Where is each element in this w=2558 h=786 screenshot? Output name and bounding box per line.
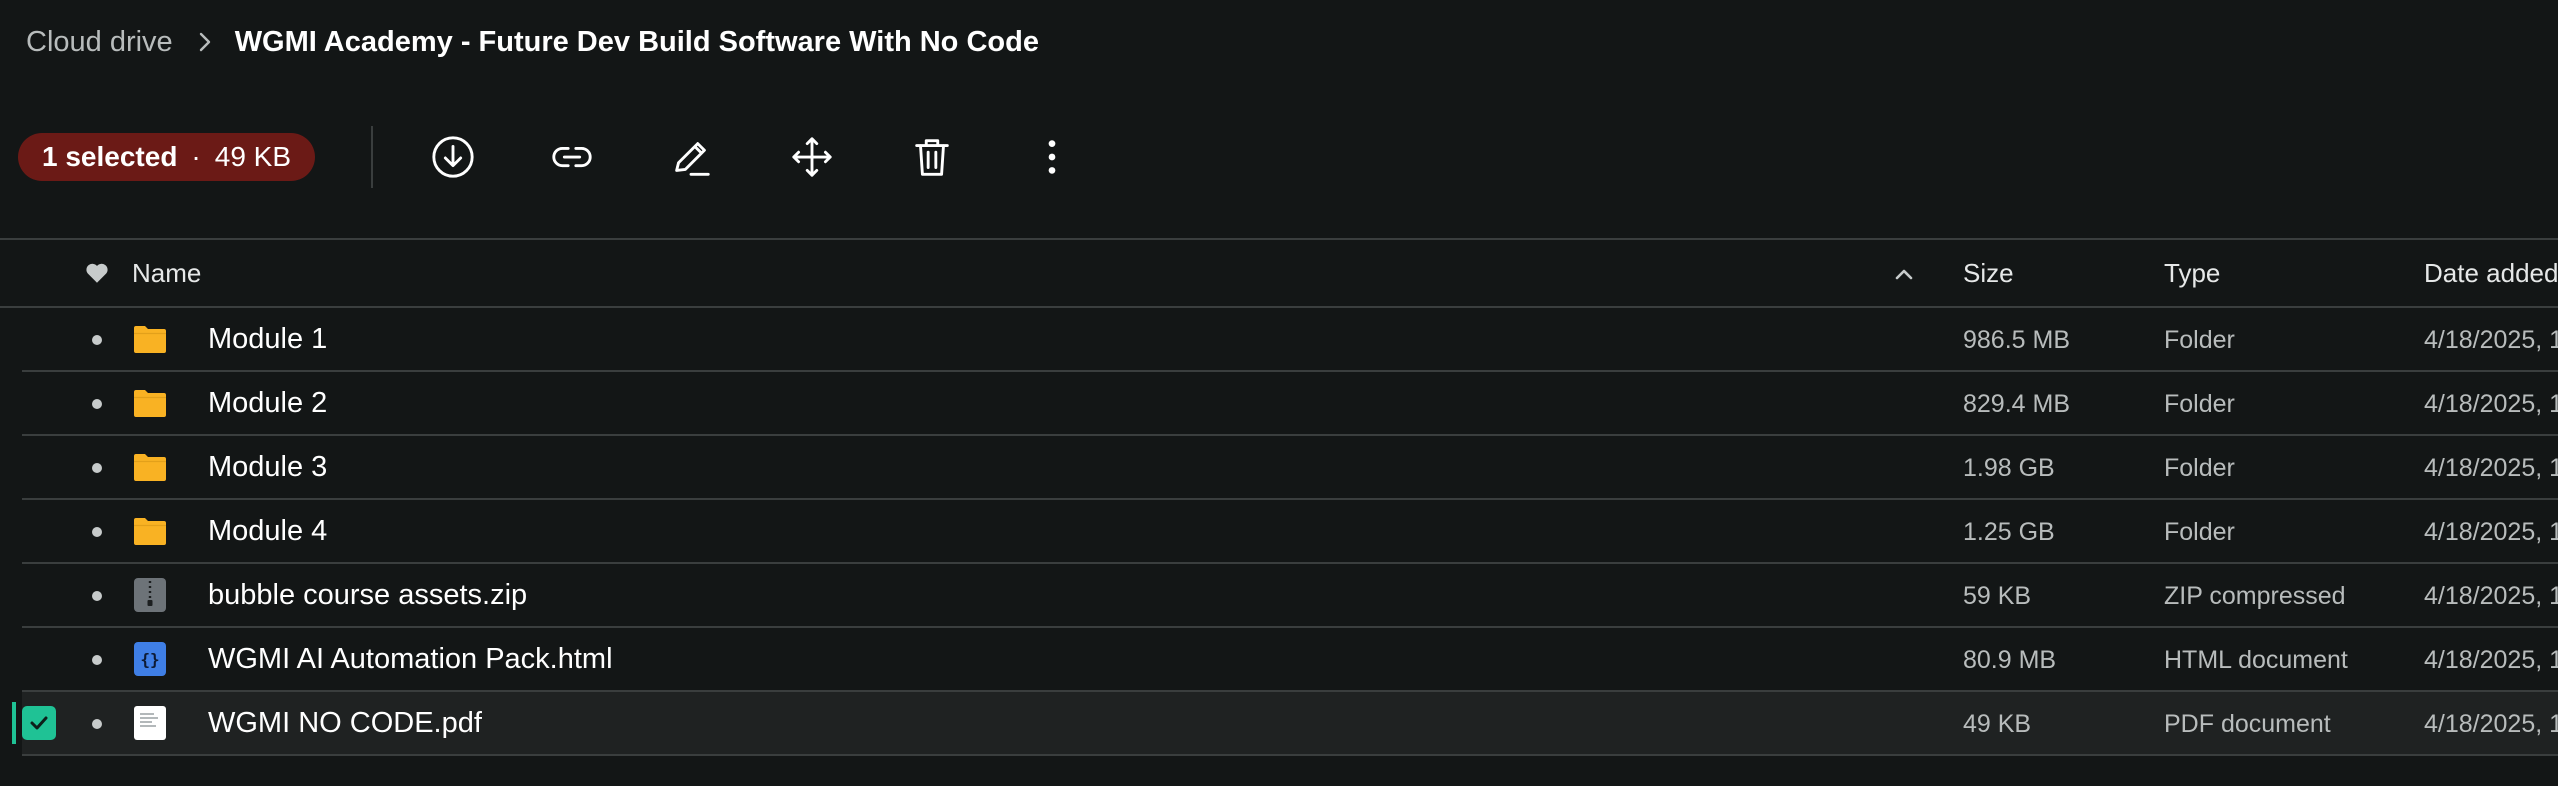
file-type: Folder	[2164, 518, 2235, 546]
file-date-added: 4/18/2025, 1	[2424, 390, 2558, 418]
file-type: HTML document	[2164, 646, 2348, 674]
file-date-added: 4/18/2025, 1	[2424, 518, 2558, 546]
file-size: 986.5 MB	[1963, 326, 2071, 354]
move-icon	[792, 137, 832, 177]
file-type: Folder	[2164, 326, 2235, 354]
heart-icon[interactable]	[84, 260, 110, 286]
move-button[interactable]	[788, 133, 836, 181]
rename-icon	[675, 142, 710, 176]
selection-badge[interactable]: 1 selected · 49 KB	[18, 133, 316, 181]
table-row[interactable]: Module 3 1.98 GB Folder 4/18/2025, 1	[22, 436, 2558, 500]
selection-separator: ·	[191, 141, 201, 172]
favorite-dot[interactable]	[92, 463, 102, 473]
file-name[interactable]: Module 3	[208, 451, 327, 484]
column-header-name[interactable]: Name	[132, 258, 201, 289]
table-row[interactable]: Module 2 829.4 MB Folder 4/18/2025, 1	[22, 372, 2558, 436]
folder-icon	[132, 321, 168, 357]
table-header: Name Size Type Date added	[0, 240, 2558, 308]
selection-size: 49 KB	[214, 141, 292, 172]
favorite-dot[interactable]	[92, 591, 102, 601]
favorite-dot[interactable]	[92, 655, 102, 665]
file-date-added: 4/18/2025, 1	[2424, 710, 2558, 738]
check-icon	[30, 716, 48, 730]
row-checkbox[interactable]	[22, 706, 56, 740]
file-size: 1.25 GB	[1963, 518, 2055, 546]
file-size: 829.4 MB	[1963, 390, 2071, 418]
favorite-dot[interactable]	[92, 399, 102, 409]
more-vertical-icon	[1048, 140, 1056, 174]
selection-count: 1 selected	[42, 141, 178, 172]
file-size: 80.9 MB	[1963, 646, 2057, 674]
favorite-dot[interactable]	[92, 335, 102, 345]
file-type: ZIP compressed	[2164, 582, 2346, 610]
file-name[interactable]: Module 4	[208, 515, 327, 548]
file-name[interactable]: bubble course assets.zip	[208, 579, 527, 612]
code-file-icon: {}	[132, 641, 168, 677]
folder-icon	[132, 513, 168, 549]
table-row[interactable]: bubble course assets.zip 59 KB ZIP compres…	[22, 564, 2558, 628]
toolbar-divider	[371, 126, 373, 188]
file-date-added: 4/18/2025, 1	[2424, 326, 2558, 354]
file-date-added: 4/18/2025, 1	[2424, 582, 2558, 610]
column-header-size[interactable]: Size	[1963, 258, 2014, 289]
chevron-up-icon[interactable]	[1892, 262, 1916, 286]
favorite-dot[interactable]	[92, 719, 102, 729]
table-row[interactable]: {} WGMI AI Automation Pack.html 80.9 MB HTM…	[22, 628, 2558, 692]
delete-button[interactable]	[908, 133, 956, 181]
file-name[interactable]: Module 1	[208, 323, 327, 356]
copy-link-button[interactable]	[548, 133, 596, 181]
file-size: 49 KB	[1963, 710, 2032, 738]
pdf-file-icon	[132, 705, 168, 741]
selection-accent-bar	[12, 702, 16, 744]
chevron-right-icon	[197, 30, 213, 54]
table-row[interactable]: Module 4 1.25 GB Folder 4/18/2025, 1	[22, 500, 2558, 564]
file-size: 59 KB	[1963, 582, 2032, 610]
link-icon	[552, 146, 592, 168]
download-button[interactable]	[429, 133, 477, 181]
trash-icon	[915, 139, 949, 176]
table-row[interactable]: Module 1 986.5 MB Folder 4/18/2025, 1	[22, 308, 2558, 372]
selection-toolbar: 1 selected · 49 KB	[0, 118, 2558, 196]
file-name[interactable]: WGMI AI Automation Pack.html	[208, 643, 613, 676]
table-row[interactable]: WGMI NO CODE.pdf 49 KB PDF document 4/18/20…	[12, 692, 2558, 756]
file-list: Module 1 986.5 MB Folder 4/18/2025, 1 Module…	[12, 308, 2558, 756]
breadcrumb: Cloud drive WGMI Academy - Future Dev Bu…	[26, 22, 1039, 62]
favorite-dot[interactable]	[92, 527, 102, 537]
file-name[interactable]: Module 2	[208, 387, 327, 420]
svg-text:{}: {}	[140, 650, 159, 669]
folder-icon	[132, 449, 168, 485]
file-date-added: 4/18/2025, 1	[2424, 646, 2558, 674]
file-type: PDF document	[2164, 710, 2331, 738]
rename-button[interactable]	[667, 133, 715, 181]
download-icon	[432, 136, 474, 178]
more-options-button[interactable]	[1028, 133, 1076, 181]
breadcrumb-cloud-drive[interactable]: Cloud drive	[26, 26, 173, 59]
file-type: Folder	[2164, 454, 2235, 482]
column-header-type[interactable]: Type	[2164, 258, 2220, 289]
file-type: Folder	[2164, 390, 2235, 418]
breadcrumb-current-folder: WGMI Academy - Future Dev Build Software…	[234, 25, 1039, 58]
folder-icon	[132, 385, 168, 421]
file-size: 1.98 GB	[1963, 454, 2055, 482]
zip-file-icon	[132, 577, 168, 613]
file-name[interactable]: WGMI NO CODE.pdf	[208, 707, 482, 740]
column-header-date-added[interactable]: Date added	[2424, 258, 2558, 289]
file-date-added: 4/18/2025, 1	[2424, 454, 2558, 482]
